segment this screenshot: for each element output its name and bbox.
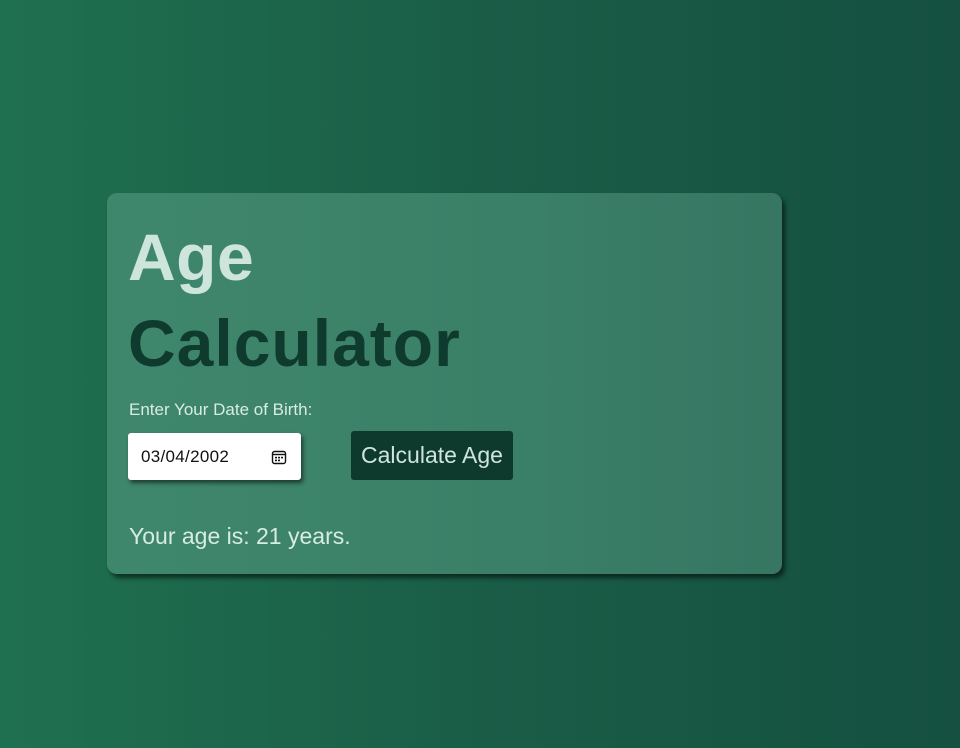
dob-label: Enter Your Date of Birth: xyxy=(129,400,313,419)
title-age: Age xyxy=(128,220,255,294)
calculate-age-button[interactable]: Calculate Age xyxy=(351,431,513,480)
age-result-text: Your age is: 21 years. xyxy=(129,523,351,549)
title-calculator: Calculator xyxy=(128,306,461,380)
dob-date-value[interactable]: 03/04/2002 xyxy=(141,447,271,467)
calendar-icon[interactable] xyxy=(271,449,287,465)
age-calculator-card: Age Calculator Enter Your Date of Birth:… xyxy=(107,193,782,574)
dob-date-input[interactable]: 03/04/2002 xyxy=(128,433,301,480)
